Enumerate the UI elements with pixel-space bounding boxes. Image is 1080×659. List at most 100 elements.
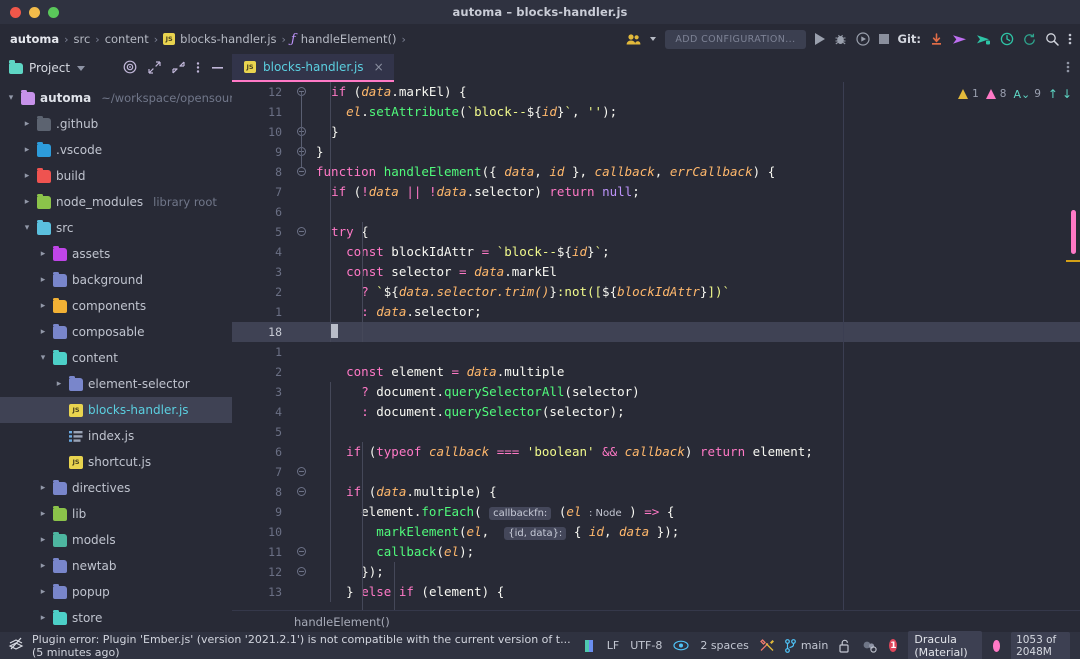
breadcrumb[interactable]: automa › src › content › JS blocks-handl… [10, 32, 406, 47]
chevron-right-icon[interactable]: ▸ [22, 119, 32, 129]
fold-gutter-row[interactable] [294, 422, 308, 442]
code-line[interactable]: } else if (element) { [308, 582, 1080, 602]
indent-label[interactable]: 2 spaces [700, 639, 749, 652]
code-line[interactable] [308, 342, 1080, 362]
project-tree[interactable]: ▾ automa ~/workspace/opensource/ ▸ .github ▸.… [0, 82, 232, 632]
fold-toggle-icon[interactable] [297, 467, 306, 476]
fold-toggle-icon[interactable] [297, 227, 306, 236]
push-icon[interactable] [952, 33, 967, 46]
line-number[interactable]: 10 [232, 522, 294, 542]
fold-gutter-row[interactable] [294, 462, 308, 482]
theme-color-swatch[interactable] [992, 639, 1001, 652]
debug-icon[interactable] [834, 33, 847, 46]
run-icon[interactable] [814, 33, 825, 45]
project-panel-title-group[interactable]: Project [9, 59, 70, 75]
tree-item-shortcut-js[interactable]: JS shortcut.js [0, 449, 232, 475]
tab-blocks-handler-js[interactable]: JS blocks-handler.js × [232, 54, 394, 82]
run-with-coverage-icon[interactable] [855, 32, 870, 46]
line-number[interactable]: 3 [232, 382, 294, 402]
fold-gutter-row[interactable] [294, 262, 308, 282]
update-project-icon[interactable] [930, 32, 943, 46]
chevron-right-icon[interactable]: ▸ [38, 327, 48, 337]
options-icon[interactable] [196, 59, 200, 78]
tree-item-node-modules[interactable]: ▸ node_modules library root [0, 189, 232, 215]
people-icon[interactable] [626, 33, 641, 45]
code-editor[interactable]: 12 11 10 9 8 7 6 5 4 3 2 1 18 1 2 3 4 5 6 7 8 9 10 11 12 13 if (d… [232, 82, 1080, 610]
inspections-widget-icon[interactable] [583, 639, 596, 653]
fold-gutter-row[interactable] [294, 442, 308, 462]
chevron-right-icon[interactable]: ▸ [54, 379, 64, 389]
hide-panel-icon[interactable] [211, 59, 224, 78]
fold-gutter-row[interactable] [294, 242, 308, 262]
chevron-right-icon[interactable]: ▸ [22, 145, 32, 155]
line-number[interactable]: 4 [232, 402, 294, 422]
tree-item-models[interactable]: ▸ models [0, 527, 232, 553]
memory-indicator[interactable]: 1053 of 2048M [1011, 631, 1071, 659]
chevron-right-icon[interactable]: ▸ [22, 197, 32, 207]
more-options-icon[interactable] [1066, 59, 1070, 78]
code-line[interactable]: function handleElement({ data, id }, cal… [308, 162, 1080, 182]
code-folding-gutter[interactable] [294, 82, 308, 610]
fold-gutter-row[interactable] [294, 222, 308, 242]
fold-gutter-row[interactable] [294, 582, 308, 602]
breadcrumb-item-automa[interactable]: automa [10, 32, 59, 46]
chevron-right-icon[interactable]: ▸ [38, 483, 48, 493]
code-line[interactable]: ? document.querySelectorAll(selector) [308, 382, 1080, 402]
line-number[interactable]: 12 [232, 562, 294, 582]
tree-item-assets[interactable]: ▸ assets [0, 241, 232, 267]
breadcrumb-item-src[interactable]: src [74, 32, 91, 46]
code-line[interactable]: markElement(el, {id, data}: { id, data }… [308, 522, 1080, 542]
commit-icon[interactable] [976, 33, 991, 46]
code-line[interactable]: const selector = data.markEl [308, 262, 1080, 282]
chevron-down-icon[interactable] [77, 65, 86, 71]
fold-gutter-row[interactable] [294, 322, 308, 342]
code-line[interactable]: }); [308, 562, 1080, 582]
line-number[interactable]: 6 [232, 202, 294, 222]
configure-indent-icon[interactable] [759, 638, 774, 653]
line-number[interactable]: 12 [232, 82, 294, 102]
fold-gutter-row[interactable] [294, 202, 308, 222]
fold-toggle-icon[interactable] [297, 547, 306, 556]
chevron-down-icon[interactable]: ▾ [22, 223, 32, 233]
fold-gutter-row[interactable] [294, 522, 308, 542]
code-line[interactable]: element.forEach( callbackfn: (el : Node … [308, 502, 1080, 522]
line-number[interactable]: 10 [232, 122, 294, 142]
tree-item-newtab[interactable]: ▸ newtab [0, 553, 232, 579]
search-everywhere-icon[interactable] [1045, 32, 1059, 46]
fold-gutter-row[interactable] [294, 182, 308, 202]
line-number[interactable]: 11 [232, 542, 294, 562]
stop-icon[interactable] [878, 34, 889, 44]
tree-item-composable[interactable]: ▸ composable [0, 319, 232, 345]
problems-count-badge[interactable]: 1 [889, 639, 898, 652]
fold-gutter-row[interactable] [294, 402, 308, 422]
fold-gutter-row[interactable] [294, 342, 308, 362]
line-number[interactable]: 13 [232, 582, 294, 602]
tree-item-directives[interactable]: ▸ directives [0, 475, 232, 501]
code-line[interactable]: } [308, 122, 1080, 142]
line-separator-label[interactable]: LF [607, 639, 619, 652]
fold-toggle-icon[interactable] [297, 167, 306, 176]
breadcrumb-item-file[interactable]: blocks-handler.js [180, 32, 276, 46]
fold-gutter-row[interactable] [294, 382, 308, 402]
line-number[interactable]: 5 [232, 222, 294, 242]
background-tasks-icon[interactable] [862, 639, 878, 653]
code-line[interactable] [308, 462, 1080, 482]
code-line[interactable] [308, 322, 1080, 342]
editor-bottom-breadcrumb[interactable]: handleElement() [232, 610, 1080, 632]
code-content[interactable]: if (data.markEl) { el.setAttribute(`bloc… [308, 82, 1080, 610]
code-line[interactable]: try { [308, 222, 1080, 242]
line-number[interactable]: 11 [232, 102, 294, 122]
chevron-right-icon[interactable]: ▸ [38, 301, 48, 311]
tree-item-lib[interactable]: ▸ lib [0, 501, 232, 527]
tree-item-background[interactable]: ▸ background [0, 267, 232, 293]
line-number-gutter[interactable]: 12 11 10 9 8 7 6 5 4 3 2 1 18 1 2 3 4 5 6 7 8 9 10 11 12 13 [232, 82, 294, 610]
code-line[interactable]: if (data.markEl) { [308, 82, 1080, 102]
chevron-right-icon[interactable]: ▸ [38, 249, 48, 259]
code-line[interactable] [308, 202, 1080, 222]
line-number[interactable]: 1 [232, 302, 294, 322]
chevron-right-icon[interactable]: ▸ [38, 509, 48, 519]
line-number[interactable]: 2 [232, 362, 294, 382]
line-number[interactable]: 8 [232, 162, 294, 182]
fold-gutter-row[interactable] [294, 282, 308, 302]
line-number[interactable]: 18 [232, 322, 294, 342]
